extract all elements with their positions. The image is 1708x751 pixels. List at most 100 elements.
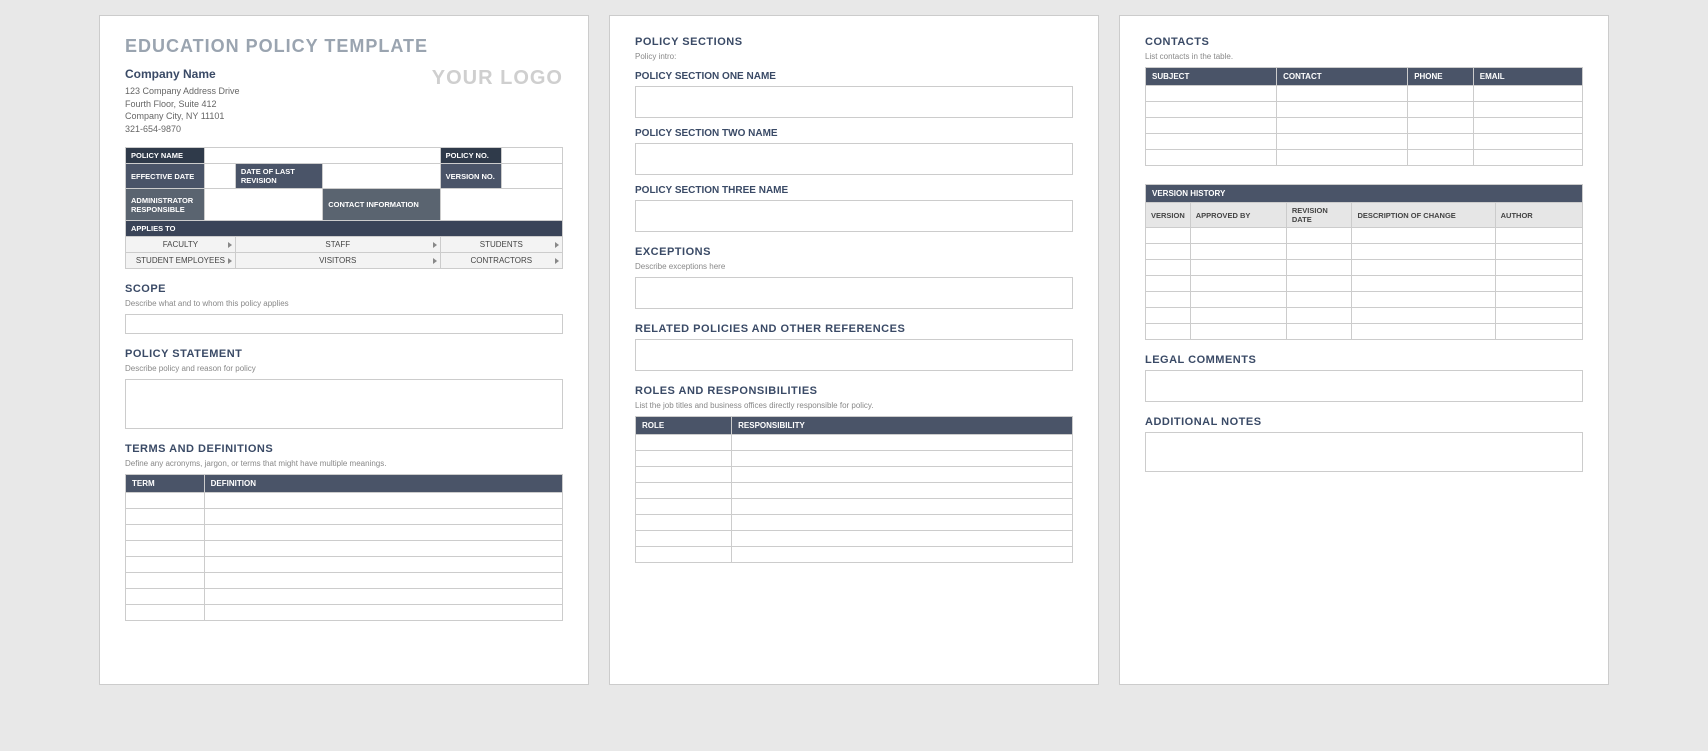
table-cell[interactable] (636, 531, 732, 547)
table-cell[interactable] (1286, 244, 1352, 260)
field-date-last-rev[interactable] (323, 164, 440, 189)
applies-student-emp[interactable]: STUDENT EMPLOYEES (126, 253, 236, 269)
table-cell[interactable] (732, 435, 1073, 451)
field-admin-resp[interactable] (204, 189, 323, 221)
table-cell[interactable] (204, 589, 562, 605)
table-cell[interactable] (636, 515, 732, 531)
applies-contractors[interactable]: CONTRACTORS (440, 253, 562, 269)
table-cell[interactable] (1277, 102, 1408, 118)
applies-students[interactable]: STUDENTS (440, 237, 562, 253)
exceptions-input[interactable] (635, 277, 1073, 309)
table-cell[interactable] (1352, 276, 1495, 292)
field-policy-no[interactable] (501, 148, 562, 164)
table-cell[interactable] (1146, 228, 1191, 244)
table-cell[interactable] (732, 467, 1073, 483)
table-cell[interactable] (204, 541, 562, 557)
field-version-no[interactable] (501, 164, 562, 189)
table-cell[interactable] (126, 509, 205, 525)
table-cell[interactable] (1495, 324, 1582, 340)
table-cell[interactable] (1495, 228, 1582, 244)
table-cell[interactable] (126, 493, 205, 509)
legal-input[interactable] (1145, 370, 1583, 402)
table-cell[interactable] (636, 451, 732, 467)
table-cell[interactable] (1495, 260, 1582, 276)
table-cell[interactable] (636, 499, 732, 515)
table-cell[interactable] (1190, 276, 1286, 292)
table-cell[interactable] (1408, 118, 1474, 134)
table-cell[interactable] (1146, 276, 1191, 292)
table-cell[interactable] (732, 451, 1073, 467)
policy-statement-input[interactable] (125, 379, 563, 429)
table-cell[interactable] (1277, 86, 1408, 102)
table-cell[interactable] (126, 525, 205, 541)
table-cell[interactable] (1352, 244, 1495, 260)
sec1-input[interactable] (635, 86, 1073, 118)
table-cell[interactable] (204, 573, 562, 589)
applies-visitors[interactable]: VISITORS (235, 253, 440, 269)
table-cell[interactable] (1146, 118, 1277, 134)
table-cell[interactable] (1146, 324, 1191, 340)
table-cell[interactable] (1146, 86, 1277, 102)
table-cell[interactable] (1190, 228, 1286, 244)
table-cell[interactable] (1146, 150, 1277, 166)
table-cell[interactable] (1495, 292, 1582, 308)
table-cell[interactable] (1286, 260, 1352, 276)
table-cell[interactable] (1473, 102, 1582, 118)
sec2-input[interactable] (635, 143, 1073, 175)
table-cell[interactable] (732, 499, 1073, 515)
table-cell[interactable] (204, 525, 562, 541)
table-cell[interactable] (204, 605, 562, 621)
table-cell[interactable] (1286, 228, 1352, 244)
table-cell[interactable] (1352, 308, 1495, 324)
table-cell[interactable] (1473, 118, 1582, 134)
table-cell[interactable] (1146, 292, 1191, 308)
table-cell[interactable] (1146, 134, 1277, 150)
field-policy-name[interactable] (204, 148, 440, 164)
table-cell[interactable] (126, 541, 205, 557)
applies-staff[interactable]: STAFF (235, 237, 440, 253)
table-cell[interactable] (1473, 86, 1582, 102)
table-cell[interactable] (1190, 260, 1286, 276)
table-cell[interactable] (1408, 102, 1474, 118)
notes-input[interactable] (1145, 432, 1583, 472)
table-cell[interactable] (636, 547, 732, 563)
table-cell[interactable] (732, 483, 1073, 499)
table-cell[interactable] (1146, 308, 1191, 324)
table-cell[interactable] (1190, 292, 1286, 308)
table-cell[interactable] (126, 573, 205, 589)
table-cell[interactable] (1277, 118, 1408, 134)
table-cell[interactable] (126, 605, 205, 621)
applies-faculty[interactable]: FACULTY (126, 237, 236, 253)
table-cell[interactable] (1286, 276, 1352, 292)
field-contact-info[interactable] (440, 189, 562, 221)
table-cell[interactable] (732, 547, 1073, 563)
table-cell[interactable] (126, 557, 205, 573)
scope-input[interactable] (125, 314, 563, 334)
table-cell[interactable] (1146, 260, 1191, 276)
table-cell[interactable] (1473, 150, 1582, 166)
table-cell[interactable] (204, 509, 562, 525)
sec3-input[interactable] (635, 200, 1073, 232)
table-cell[interactable] (1495, 244, 1582, 260)
field-effective-date[interactable] (204, 164, 235, 189)
table-cell[interactable] (732, 531, 1073, 547)
table-cell[interactable] (1495, 276, 1582, 292)
table-cell[interactable] (1352, 260, 1495, 276)
table-cell[interactable] (1277, 134, 1408, 150)
table-cell[interactable] (204, 493, 562, 509)
table-cell[interactable] (1146, 244, 1191, 260)
table-cell[interactable] (1146, 102, 1277, 118)
table-cell[interactable] (1352, 292, 1495, 308)
table-cell[interactable] (204, 557, 562, 573)
table-cell[interactable] (1408, 86, 1474, 102)
table-cell[interactable] (1352, 324, 1495, 340)
table-cell[interactable] (636, 435, 732, 451)
table-cell[interactable] (1286, 292, 1352, 308)
table-cell[interactable] (1190, 324, 1286, 340)
table-cell[interactable] (1286, 324, 1352, 340)
table-cell[interactable] (636, 467, 732, 483)
table-cell[interactable] (1286, 308, 1352, 324)
table-cell[interactable] (1190, 244, 1286, 260)
table-cell[interactable] (732, 515, 1073, 531)
table-cell[interactable] (1277, 150, 1408, 166)
